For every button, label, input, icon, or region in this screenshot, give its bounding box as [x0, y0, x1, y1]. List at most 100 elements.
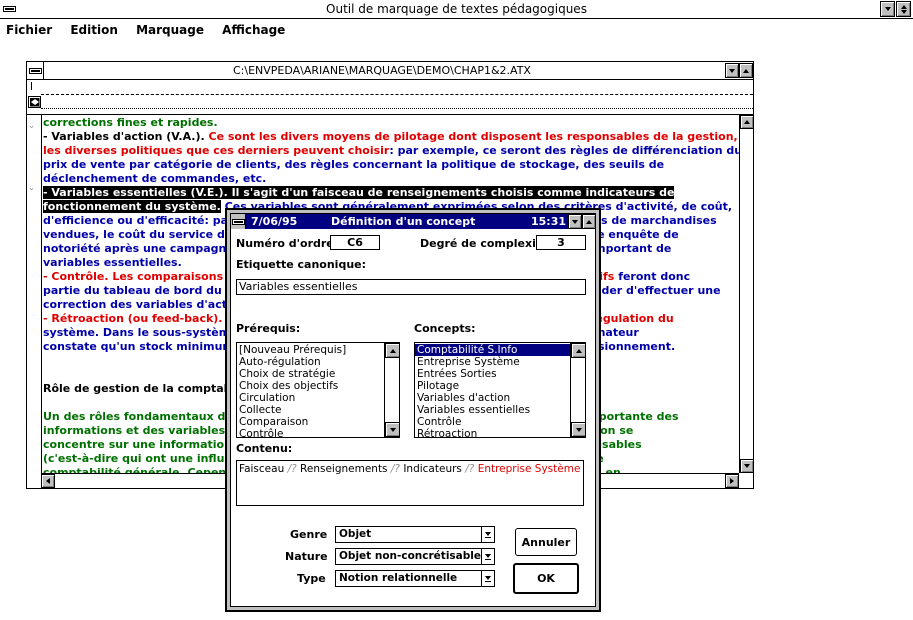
ruler-bottom-line [41, 108, 753, 109]
list-item[interactable]: Variables d'action [415, 392, 571, 404]
document-line: corrections fines et rapides. [43, 116, 739, 130]
system-menu-icon [231, 218, 245, 225]
doc-minimize-button[interactable] [725, 63, 739, 78]
dialog-system-menu-button[interactable] [231, 214, 246, 229]
list-item[interactable]: Choix de stratégie [237, 368, 385, 380]
text-segment: Rôle de gestion de la comptabilité [43, 382, 256, 395]
separator-icon: /? [284, 463, 301, 475]
text-segment: - Variables d'action (V.A.). [43, 130, 209, 143]
prerequis-scroll-down[interactable] [385, 422, 399, 437]
degre-label: Degré de complexité: [420, 237, 553, 250]
prerequis-scrollbar[interactable] [384, 343, 399, 437]
concepts-list[interactable]: Comptabilité S.Info Entreprise Système Ent… [414, 342, 586, 438]
contenu-item: Renseignements [300, 463, 388, 475]
restore-button[interactable] [896, 1, 911, 17]
list-item[interactable]: Auto-régulation [237, 356, 385, 368]
type-select[interactable]: Notion relationnelle [335, 570, 495, 587]
text-segment: Ce sont les divers moyens de pilotage do… [208, 130, 738, 143]
menu-fichier[interactable]: Fichier [6, 23, 52, 37]
scroll-left-icon [46, 478, 50, 484]
scroll-down-button[interactable] [740, 459, 754, 473]
document-vertical-scrollbar[interactable] [739, 115, 754, 473]
contenu-item: Faisceau [239, 463, 285, 475]
separator-icon: /? [461, 463, 478, 475]
nature-dropdown-button[interactable] [481, 549, 494, 564]
concepts-scroll-up[interactable] [571, 343, 585, 358]
minimize-button[interactable] [880, 1, 895, 17]
document-line: déclenchement de commandes, etc. [43, 172, 739, 186]
concepts-scroll-down[interactable] [571, 422, 585, 437]
dialog-time: 15:31 [531, 215, 567, 228]
list-item[interactable]: Collecte [237, 404, 385, 416]
nature-label: Nature [285, 550, 328, 563]
concept-dialog: 7/06/95 Définition d'un concept 15:31 Nu… [225, 208, 601, 612]
list-item[interactable]: Entreprise Système [415, 356, 571, 368]
dialog-title: Définition d'un concept [331, 215, 476, 228]
margin-column: ᵕ ᵕ [27, 115, 42, 473]
ruler-margin-marker [31, 82, 32, 90]
scroll-right-icon [730, 478, 734, 484]
prerequis-list[interactable]: [Nouveau Prérequis] Auto-régulation Choix … [236, 342, 400, 438]
concepts-scrollbar[interactable] [570, 343, 585, 437]
scroll-up-icon [390, 348, 396, 353]
ruler-split-button[interactable] [28, 96, 41, 108]
list-item[interactable]: Contrôle [415, 416, 571, 428]
scroll-down-icon [744, 464, 750, 468]
prerequis-items: [Nouveau Prérequis] Auto-régulation Choix … [237, 344, 385, 437]
list-item[interactable]: Circulation [237, 392, 385, 404]
document-line: prix de vente par catégorie de clients, … [43, 158, 739, 172]
ok-button[interactable]: OK [513, 563, 579, 594]
text-segment: les diverses politiques que ces derniers… [43, 144, 390, 157]
genre-dropdown-button[interactable] [481, 527, 494, 542]
list-item[interactable]: Rétroaction [415, 428, 571, 437]
text-segment: corrections fines et rapides. [43, 116, 218, 129]
scroll-right-button[interactable] [725, 474, 739, 488]
concepts-items: Comptabilité S.Info Entreprise Système Ent… [415, 344, 571, 437]
contenu-field[interactable]: Faisceau /? Renseignements /? Indicateur… [236, 460, 584, 506]
doc-maximize-button[interactable] [739, 63, 753, 78]
margin-check-icon: ᵕ [30, 123, 34, 132]
degre-field[interactable]: 3 [536, 235, 586, 250]
numero-field[interactable]: C6 [330, 235, 380, 250]
list-item[interactable]: Comptabilité S.Info [415, 344, 571, 356]
scroll-down-icon [576, 427, 582, 432]
menu-marquage[interactable]: Marquage [136, 23, 204, 37]
type-dropdown-button[interactable] [481, 571, 494, 586]
list-item[interactable]: Comparaison [237, 416, 385, 428]
split-right-icon [34, 99, 39, 105]
genre-select[interactable]: Objet [335, 526, 495, 543]
etiquette-label: Etiquette canonique: [236, 258, 367, 271]
minimize-icon [729, 68, 735, 73]
text-segment: fonctionnement du système. [43, 200, 221, 213]
scroll-up-icon [576, 348, 582, 353]
list-item[interactable]: Pilotage [415, 380, 571, 392]
scroll-left-button[interactable] [41, 474, 55, 488]
system-menu-icon [28, 67, 42, 74]
dialog-minimize-button[interactable] [568, 214, 582, 229]
nature-select[interactable]: Objet non-concrétisable [335, 548, 495, 565]
maximize-icon [586, 219, 592, 224]
dropdown-bar-icon [485, 536, 491, 538]
document-system-menu-button[interactable] [27, 62, 44, 79]
dialog-maximize-button[interactable] [582, 214, 596, 229]
list-item[interactable]: Entrées Sorties [415, 368, 571, 380]
prerequis-scroll-up[interactable] [385, 343, 399, 358]
type-value: Notion relationnelle [339, 572, 458, 584]
list-item[interactable]: Variables essentielles [415, 404, 571, 416]
list-item[interactable]: Contrôle [237, 428, 385, 437]
annuler-button[interactable]: Annuler [515, 528, 577, 556]
etiquette-input[interactable]: Variables essentielles [236, 279, 586, 295]
menu-affichage[interactable]: Affichage [222, 23, 285, 37]
document-title-bar: C:\ENVPEDA\ARIANE\MARQUAGE\DEMO\CHAP1&2.… [27, 62, 753, 80]
document-line: - Variables essentielles (V.E.). Il s'ag… [43, 186, 739, 200]
text-segment: : par exemple, ce seront des règles de d… [389, 144, 739, 157]
list-item[interactable]: [Nouveau Prérequis] [237, 344, 385, 356]
menu-edition[interactable]: Edition [70, 23, 118, 37]
dialog-title-bar: 7/06/95 Définition d'un concept 15:31 [231, 214, 596, 229]
text-segment: déclenchement de commandes, etc. [43, 172, 267, 185]
restore-up-icon [900, 4, 907, 9]
list-item[interactable]: Choix des objectifs [237, 380, 385, 392]
text-segment: prix de vente par catégorie de clients, … [43, 158, 665, 171]
separator-icon: /? [387, 463, 404, 475]
scroll-up-button[interactable] [740, 115, 754, 129]
